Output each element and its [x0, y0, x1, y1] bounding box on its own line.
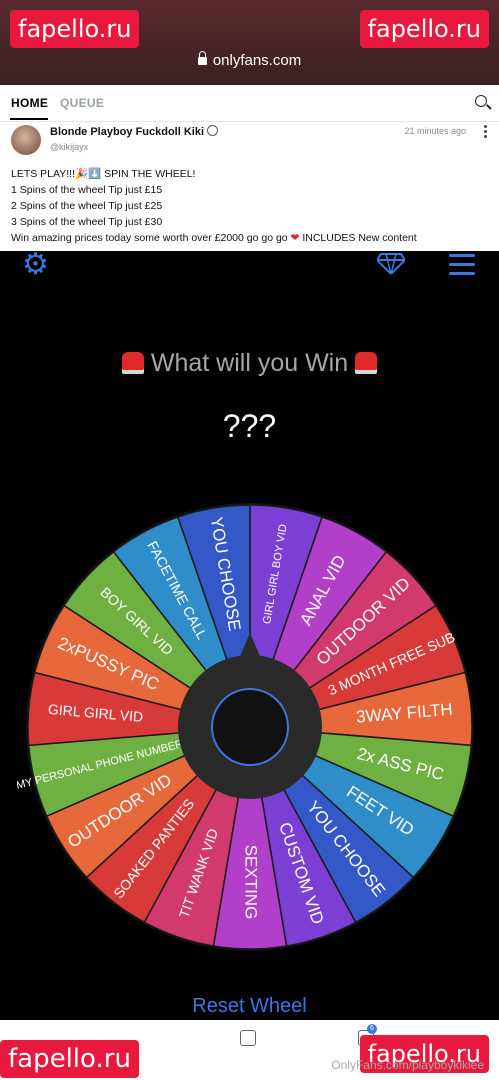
spin-button[interactable]: [211, 688, 289, 766]
address-bar[interactable]: onlyfans.com: [0, 51, 499, 69]
menu-icon[interactable]: [449, 254, 475, 281]
more-options-icon[interactable]: [484, 125, 487, 140]
active-tab-indicator: [10, 118, 48, 120]
author-handle[interactable]: @kikijayx: [50, 142, 88, 152]
url-text: onlyfans.com: [212, 52, 302, 69]
post-panel: HOME QUEUE Blonde Playboy Fuckdoll Kiki …: [0, 85, 499, 251]
settings-gear-icon[interactable]: ⚙: [22, 250, 49, 280]
watermark-top-left: fapello.ru: [10, 10, 140, 48]
tab-home[interactable]: HOME: [11, 96, 48, 110]
watermark-bottom-left: fapello.ru: [0, 1040, 139, 1078]
post-line: 2 Spins of the wheel Tip just £25: [11, 200, 163, 212]
result-text: ???: [222, 408, 277, 444]
prize-wheel[interactable]: GIRL GIRL BOY VID ANAL VIDOUTDOOR VID3 MO…: [17, 494, 483, 960]
post-line: Win amazing prices today some worth over…: [11, 232, 417, 244]
search-icon[interactable]: [475, 95, 487, 107]
post-line: 3 Spins of the wheel Tip just £30: [11, 216, 163, 228]
tab-bar: HOME QUEUE: [0, 85, 499, 122]
game-title: What will you Win: [0, 349, 499, 378]
reset-wheel-button[interactable]: Reset Wheel: [0, 995, 499, 1018]
author-name[interactable]: Blonde Playboy Fuckdoll Kiki: [50, 125, 219, 138]
lock-icon: [197, 51, 207, 65]
watermark-top-right: fapello.ru: [359, 10, 489, 48]
tab-queue[interactable]: QUEUE: [60, 96, 104, 110]
siren-icon: [355, 352, 378, 374]
diamond-icon[interactable]: [377, 252, 405, 274]
messages-badge: 6: [367, 1024, 377, 1034]
wheel-segment-label: SEXTING: [242, 845, 261, 920]
footer-url: OnlyFans.com/playboykikiee: [331, 1058, 484, 1072]
add-post-icon[interactable]: [240, 1030, 256, 1046]
post-line: LETS PLAY!!!🎉⬇️ SPIN THE WHEEL!: [11, 168, 196, 180]
heart-icon: ❤: [290, 232, 300, 244]
post-line: 1 Spins of the wheel Tip just £15: [11, 184, 163, 196]
post-timestamp: 21 minutes ago: [404, 126, 466, 136]
siren-icon: [121, 352, 144, 374]
post-text: LETS PLAY!!!🎉⬇️ SPIN THE WHEEL! 1 Spins …: [11, 166, 417, 246]
verified-icon: [207, 125, 219, 136]
avatar[interactable]: [11, 125, 41, 155]
